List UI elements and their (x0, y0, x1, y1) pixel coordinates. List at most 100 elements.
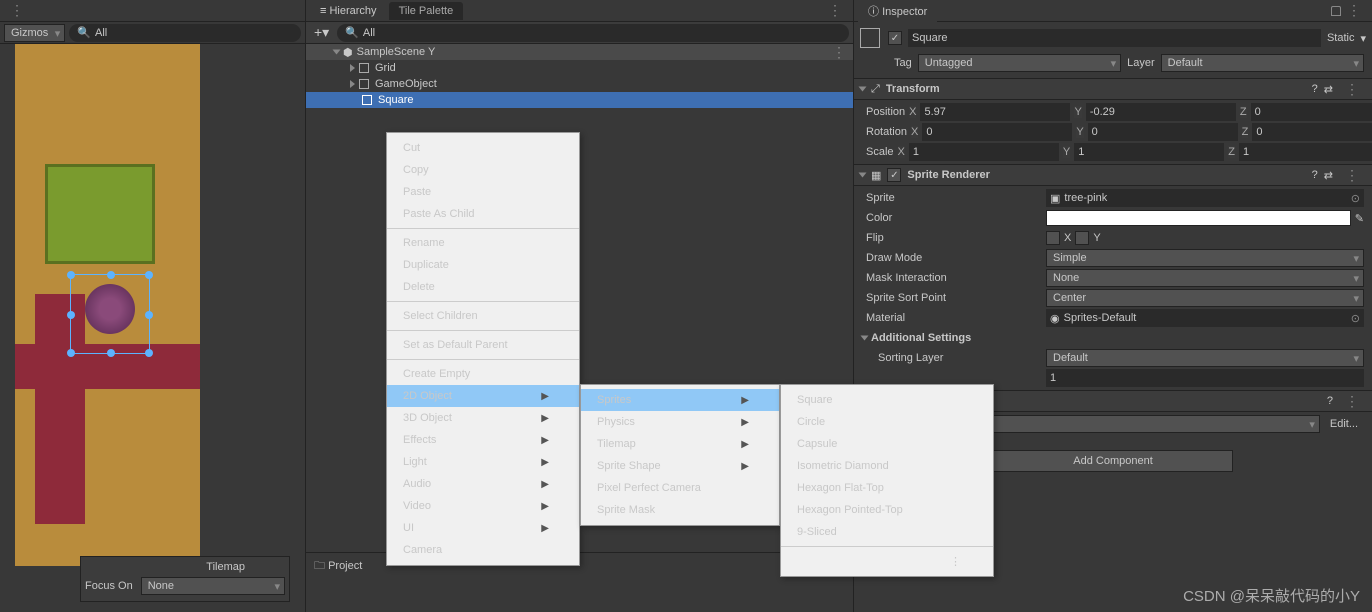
menu-item[interactable]: Effects▶ (387, 429, 579, 451)
gizmos-dropdown[interactable]: Gizmos (4, 24, 65, 42)
hierarchy-item-grid[interactable]: Grid (306, 60, 853, 76)
help-icon[interactable]: ? (1312, 169, 1318, 181)
pos-z[interactable] (1251, 103, 1372, 121)
menu-item[interactable]: Cut (387, 137, 579, 159)
rot-z[interactable] (1252, 123, 1372, 141)
active-checkbox[interactable]: ✓ (888, 31, 902, 45)
kebab-icon[interactable]: ⋮ (781, 550, 993, 572)
menu-item[interactable]: Duplicate (387, 254, 579, 276)
order-field[interactable] (1046, 369, 1364, 387)
drawmode-label: Draw Mode (862, 252, 1042, 264)
menu-item[interactable]: Hexagon Pointed-Top (781, 499, 993, 521)
add-button[interactable]: +▾ (310, 24, 333, 41)
menu-item[interactable]: Hexagon Flat-Top (781, 477, 993, 499)
material-field[interactable]: ◉ Sprites-Default (1046, 309, 1364, 327)
focus-dropdown[interactable]: None (141, 577, 285, 595)
item-label: Grid (375, 62, 396, 74)
expand-icon[interactable] (333, 50, 341, 55)
tab-tile-palette[interactable]: Tile Palette (389, 2, 464, 20)
mask-dropdown[interactable]: None (1046, 269, 1364, 287)
expand-icon[interactable] (859, 87, 867, 92)
kebab-icon[interactable]: ⋮ (822, 2, 849, 19)
flip-x-checkbox[interactable] (1046, 231, 1060, 245)
sort-dropdown[interactable]: Center (1046, 289, 1364, 307)
menu-item[interactable]: 3D Object▶ (387, 407, 579, 429)
flip-y-checkbox[interactable] (1075, 231, 1089, 245)
menu-item[interactable]: Physics▶ (581, 411, 779, 433)
lock-icon[interactable] (1331, 6, 1341, 16)
transform-header[interactable]: ⤢ Transform ?⇄⋮ (854, 78, 1372, 100)
scl-z[interactable] (1239, 143, 1372, 161)
drawmode-dropdown[interactable]: Simple (1046, 249, 1364, 267)
sprite-field[interactable]: ▣ tree-pink (1046, 189, 1364, 207)
expand-icon[interactable] (350, 80, 355, 88)
layer-dropdown[interactable]: Default (1161, 54, 1364, 72)
menu-item[interactable]: Copy (387, 159, 579, 181)
tag-dropdown[interactable]: Untagged (918, 54, 1121, 72)
help-icon[interactable]: ? (1327, 395, 1333, 407)
object-name-field[interactable] (908, 29, 1321, 47)
menu-item[interactable]: Circle (781, 411, 993, 433)
gameobject-icon (362, 95, 372, 105)
kebab-icon[interactable]: ⋮ (1341, 2, 1368, 19)
edit-button[interactable]: Edit... (1324, 418, 1364, 430)
rot-y[interactable] (1088, 123, 1238, 141)
menu-item[interactable]: Sprites▶ (581, 389, 779, 411)
rot-x[interactable] (922, 123, 1072, 141)
grass-tile (45, 164, 155, 264)
menu-item[interactable]: Create Empty (387, 363, 579, 385)
menu-item[interactable]: Rename (387, 232, 579, 254)
color-label: Color (862, 212, 1042, 224)
kebab-icon[interactable]: ⋮ (826, 44, 853, 61)
expand-icon[interactable] (859, 173, 867, 178)
static-dropdown[interactable]: ▾ (1360, 32, 1366, 45)
menu-item[interactable]: Delete (387, 276, 579, 298)
project-tab[interactable]: Project (328, 560, 362, 572)
menu-item[interactable]: UI▶ (387, 517, 579, 539)
pos-y[interactable] (1086, 103, 1236, 121)
component-title: Sprite Renderer (907, 169, 990, 181)
transform-icon: ⤢ (871, 83, 880, 96)
kebab-icon[interactable]: ⋮ (1339, 167, 1366, 184)
tab-inspector[interactable]: ⓘ Inspector (858, 0, 937, 22)
kebab-icon[interactable]: ⋮ (4, 2, 31, 19)
hierarchy-item-square[interactable]: Square (306, 92, 853, 108)
scl-y[interactable] (1074, 143, 1224, 161)
help-icon[interactable]: ? (1312, 83, 1318, 95)
sorting-layer-dropdown[interactable]: Default (1046, 349, 1364, 367)
kebab-icon[interactable]: ⋮ (1339, 81, 1366, 98)
preset-icon[interactable]: ⇄ (1324, 83, 1333, 96)
add-component-button[interactable]: Add Component (993, 450, 1233, 472)
scene-search[interactable]: 🔍 All (69, 24, 301, 42)
menu-item[interactable]: Tilemap▶ (581, 433, 779, 455)
scl-x[interactable] (909, 143, 1059, 161)
menu-item[interactable]: 9-Sliced (781, 521, 993, 543)
scene-canvas[interactable] (0, 44, 305, 566)
pos-x[interactable] (920, 103, 1070, 121)
selection-gizmo[interactable] (70, 274, 150, 354)
eyedropper-icon[interactable]: ✎ (1355, 212, 1364, 225)
kebab-icon[interactable]: ⋮ (1339, 393, 1366, 410)
menu-item[interactable]: Video▶ (387, 495, 579, 517)
menu-item[interactable]: Square (781, 389, 993, 411)
menu-item[interactable]: Sprite Shape▶ (581, 455, 779, 477)
hierarchy-item-gameobject[interactable]: GameObject (306, 76, 853, 92)
enabled-checkbox[interactable]: ✓ (887, 168, 901, 182)
hierarchy-search[interactable]: 🔍 All (337, 24, 849, 42)
menu-item[interactable]: Camera (387, 539, 579, 561)
expand-icon[interactable] (861, 336, 869, 341)
sprite-renderer-header[interactable]: ▦ ✓ Sprite Renderer ?⇄⋮ (854, 164, 1372, 186)
menu-item[interactable]: Capsule (781, 433, 993, 455)
expand-icon[interactable] (350, 64, 355, 72)
menu-item[interactable]: Audio▶ (387, 473, 579, 495)
menu-item[interactable]: Sprite Mask (581, 499, 779, 521)
scene-root[interactable]: ⬢ SampleScene Y ⋮ (306, 44, 853, 60)
color-field[interactable] (1046, 210, 1351, 226)
menu-item[interactable]: Isometric Diamond (781, 455, 993, 477)
menu-item: Paste (387, 181, 579, 203)
menu-item[interactable]: 2D Object▶ (387, 385, 579, 407)
menu-item[interactable]: Light▶ (387, 451, 579, 473)
tab-hierarchy[interactable]: ≡ Hierarchy (310, 2, 387, 20)
menu-item[interactable]: Pixel Perfect Camera (581, 477, 779, 499)
preset-icon[interactable]: ⇄ (1324, 169, 1333, 182)
